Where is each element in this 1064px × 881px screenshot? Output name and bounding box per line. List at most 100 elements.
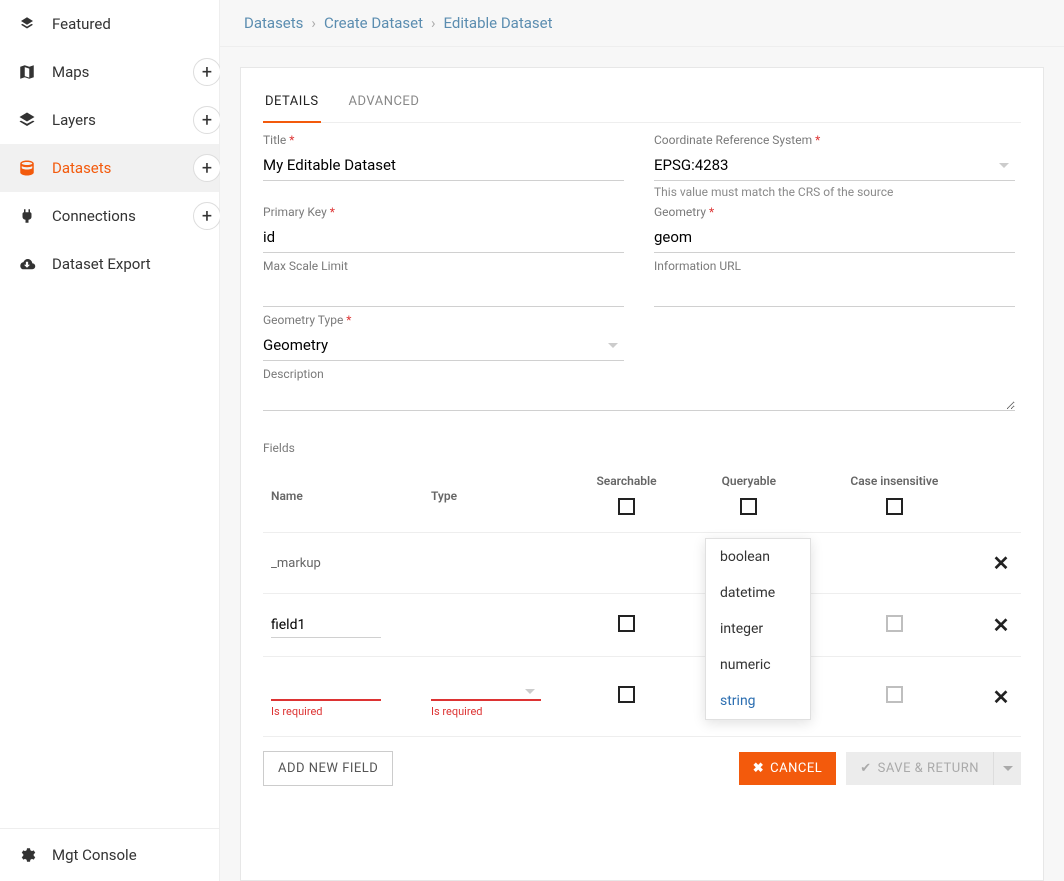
sidebar-item-connections[interactable]: Connections +	[0, 192, 219, 240]
fields-label: Fields	[263, 441, 295, 455]
breadcrumb-link[interactable]: Datasets	[244, 14, 303, 32]
col-searchable: Searchable	[563, 460, 690, 533]
table-row: ✕	[263, 594, 1021, 657]
table-row: Is required Is required ✕	[263, 657, 1021, 737]
remove-row-button[interactable]: ✕	[993, 613, 1010, 637]
col-caseins: Case insensitive	[808, 460, 981, 533]
type-option-string[interactable]: string	[706, 683, 810, 719]
save-button-group: ✔ SAVE & RETURN	[846, 752, 1021, 785]
label-title: Title *	[263, 133, 624, 147]
field-geom: Geometry *	[654, 205, 1021, 253]
field-description: Description	[263, 367, 1021, 415]
database-icon	[16, 159, 38, 177]
remove-row-button[interactable]: ✕	[993, 685, 1010, 709]
remove-row-button[interactable]: ✕	[993, 551, 1010, 575]
sidebar-item-export[interactable]: Dataset Export	[0, 240, 219, 288]
field-pk: Primary Key *	[263, 205, 630, 253]
type-option-boolean[interactable]: boolean	[706, 539, 810, 575]
cloud-download-icon	[16, 255, 38, 273]
sidebar-item-label: Layers	[52, 111, 96, 129]
field-infourl: Information URL	[654, 259, 1021, 307]
breadcrumb: Datasets › Create Dataset › Editable Dat…	[220, 0, 1064, 47]
add-field-button[interactable]: ADD NEW FIELD	[263, 751, 393, 786]
title-input[interactable]	[263, 149, 624, 181]
save-button[interactable]: ✔ SAVE & RETURN	[846, 752, 993, 785]
gear-icon	[16, 846, 38, 864]
check-icon: ✔	[860, 761, 871, 776]
add-connection-button[interactable]: +	[193, 202, 221, 230]
row-caseins-checkbox[interactable]	[886, 686, 903, 703]
crs-select[interactable]	[654, 149, 1015, 181]
add-dataset-button[interactable]: +	[193, 154, 221, 182]
cancel-button[interactable]: ✖ CANCEL	[739, 752, 836, 785]
sidebar-item-maps[interactable]: Maps +	[0, 48, 219, 96]
sidebar-item-label: Connections	[52, 207, 136, 225]
row-name-input[interactable]	[271, 612, 381, 638]
field-crs: Coordinate Reference System * This value…	[654, 133, 1021, 199]
label-description: Description	[263, 367, 1015, 381]
type-option-datetime[interactable]: datetime	[706, 575, 810, 611]
row-searchable-checkbox[interactable]	[618, 615, 635, 632]
chevron-right-icon: ›	[431, 14, 436, 32]
tab-details[interactable]: DETAILS	[263, 86, 321, 123]
breadcrumb-link[interactable]: Editable Dataset	[444, 14, 553, 32]
label-geom: Geometry *	[654, 205, 1015, 219]
main: Datasets › Create Dataset › Editable Dat…	[220, 0, 1064, 881]
breadcrumb-link[interactable]: Create Dataset	[324, 14, 423, 32]
sidebar-item-layers[interactable]: Layers +	[0, 96, 219, 144]
row-caseins-checkbox[interactable]	[886, 615, 903, 632]
field-title: Title *	[263, 133, 630, 199]
chevron-right-icon: ›	[311, 14, 316, 32]
crs-hint: This value must match the CRS of the sou…	[654, 185, 1015, 199]
sidebar-nav: Featured Maps + Layers + Datasets + Conn…	[0, 0, 219, 828]
queryable-header-checkbox[interactable]	[740, 498, 757, 515]
type-option-integer[interactable]: integer	[706, 611, 810, 647]
tabs: DETAILS ADVANCED	[263, 86, 1021, 123]
table-row: _markup ✕	[263, 533, 1021, 594]
add-layer-button[interactable]: +	[193, 106, 221, 134]
pk-input[interactable]	[263, 221, 624, 253]
type-option-numeric[interactable]: numeric	[706, 647, 810, 683]
sidebar-footer: Mgt Console	[0, 828, 219, 881]
add-map-button[interactable]: +	[193, 58, 221, 86]
sidebar-item-label: Featured	[52, 15, 111, 33]
label-crs: Coordinate Reference System *	[654, 133, 1015, 147]
searchable-header-checkbox[interactable]	[618, 498, 635, 515]
error-name-required: Is required	[271, 705, 415, 718]
sidebar-item-label: Maps	[52, 63, 89, 81]
description-textarea[interactable]	[263, 383, 1015, 411]
row-type-select[interactable]	[431, 675, 541, 701]
maxscale-input[interactable]	[263, 275, 624, 307]
form-card: DETAILS ADVANCED Title * Coordinate Refe…	[240, 67, 1044, 881]
row-searchable-checkbox[interactable]	[618, 686, 635, 703]
plug-icon	[16, 207, 38, 225]
sidebar: Featured Maps + Layers + Datasets + Conn…	[0, 0, 220, 881]
geom-input[interactable]	[654, 221, 1015, 253]
sidebar-item-featured[interactable]: Featured	[0, 0, 219, 48]
fields-section: Fields Name Type Searchable Queryable Ca…	[263, 437, 1021, 737]
tab-advanced[interactable]: ADVANCED	[347, 86, 422, 122]
layers-icon	[16, 111, 38, 129]
sidebar-item-label: Datasets	[52, 159, 111, 177]
row-name: _markup	[263, 533, 423, 594]
label-geomtype: Geometry Type *	[263, 313, 624, 327]
field-maxscale: Max Scale Limit	[263, 259, 630, 307]
col-queryable: Queryable	[690, 460, 808, 533]
sidebar-item-mgt-console[interactable]: Mgt Console	[0, 829, 219, 881]
form-grid: Title * Coordinate Reference System * Th…	[263, 127, 1021, 415]
type-dropdown: boolean datetime integer numeric string	[705, 538, 811, 720]
close-icon: ✖	[753, 761, 764, 776]
save-dropdown-toggle[interactable]	[993, 752, 1021, 785]
field-geomtype: Geometry Type *	[263, 313, 630, 361]
geomtype-select[interactable]	[263, 329, 624, 361]
label-infourl: Information URL	[654, 259, 1015, 273]
sidebar-item-datasets[interactable]: Datasets +	[0, 144, 219, 192]
error-type-required: Is required	[431, 705, 555, 718]
row-name-input[interactable]	[271, 675, 381, 701]
caseins-header-checkbox[interactable]	[886, 498, 903, 515]
field-spacer	[654, 313, 1021, 361]
card-actions: ADD NEW FIELD ✖ CANCEL ✔ SAVE & RETURN	[263, 751, 1021, 786]
label-maxscale: Max Scale Limit	[263, 259, 624, 273]
infourl-input[interactable]	[654, 275, 1015, 307]
label-pk: Primary Key *	[263, 205, 624, 219]
